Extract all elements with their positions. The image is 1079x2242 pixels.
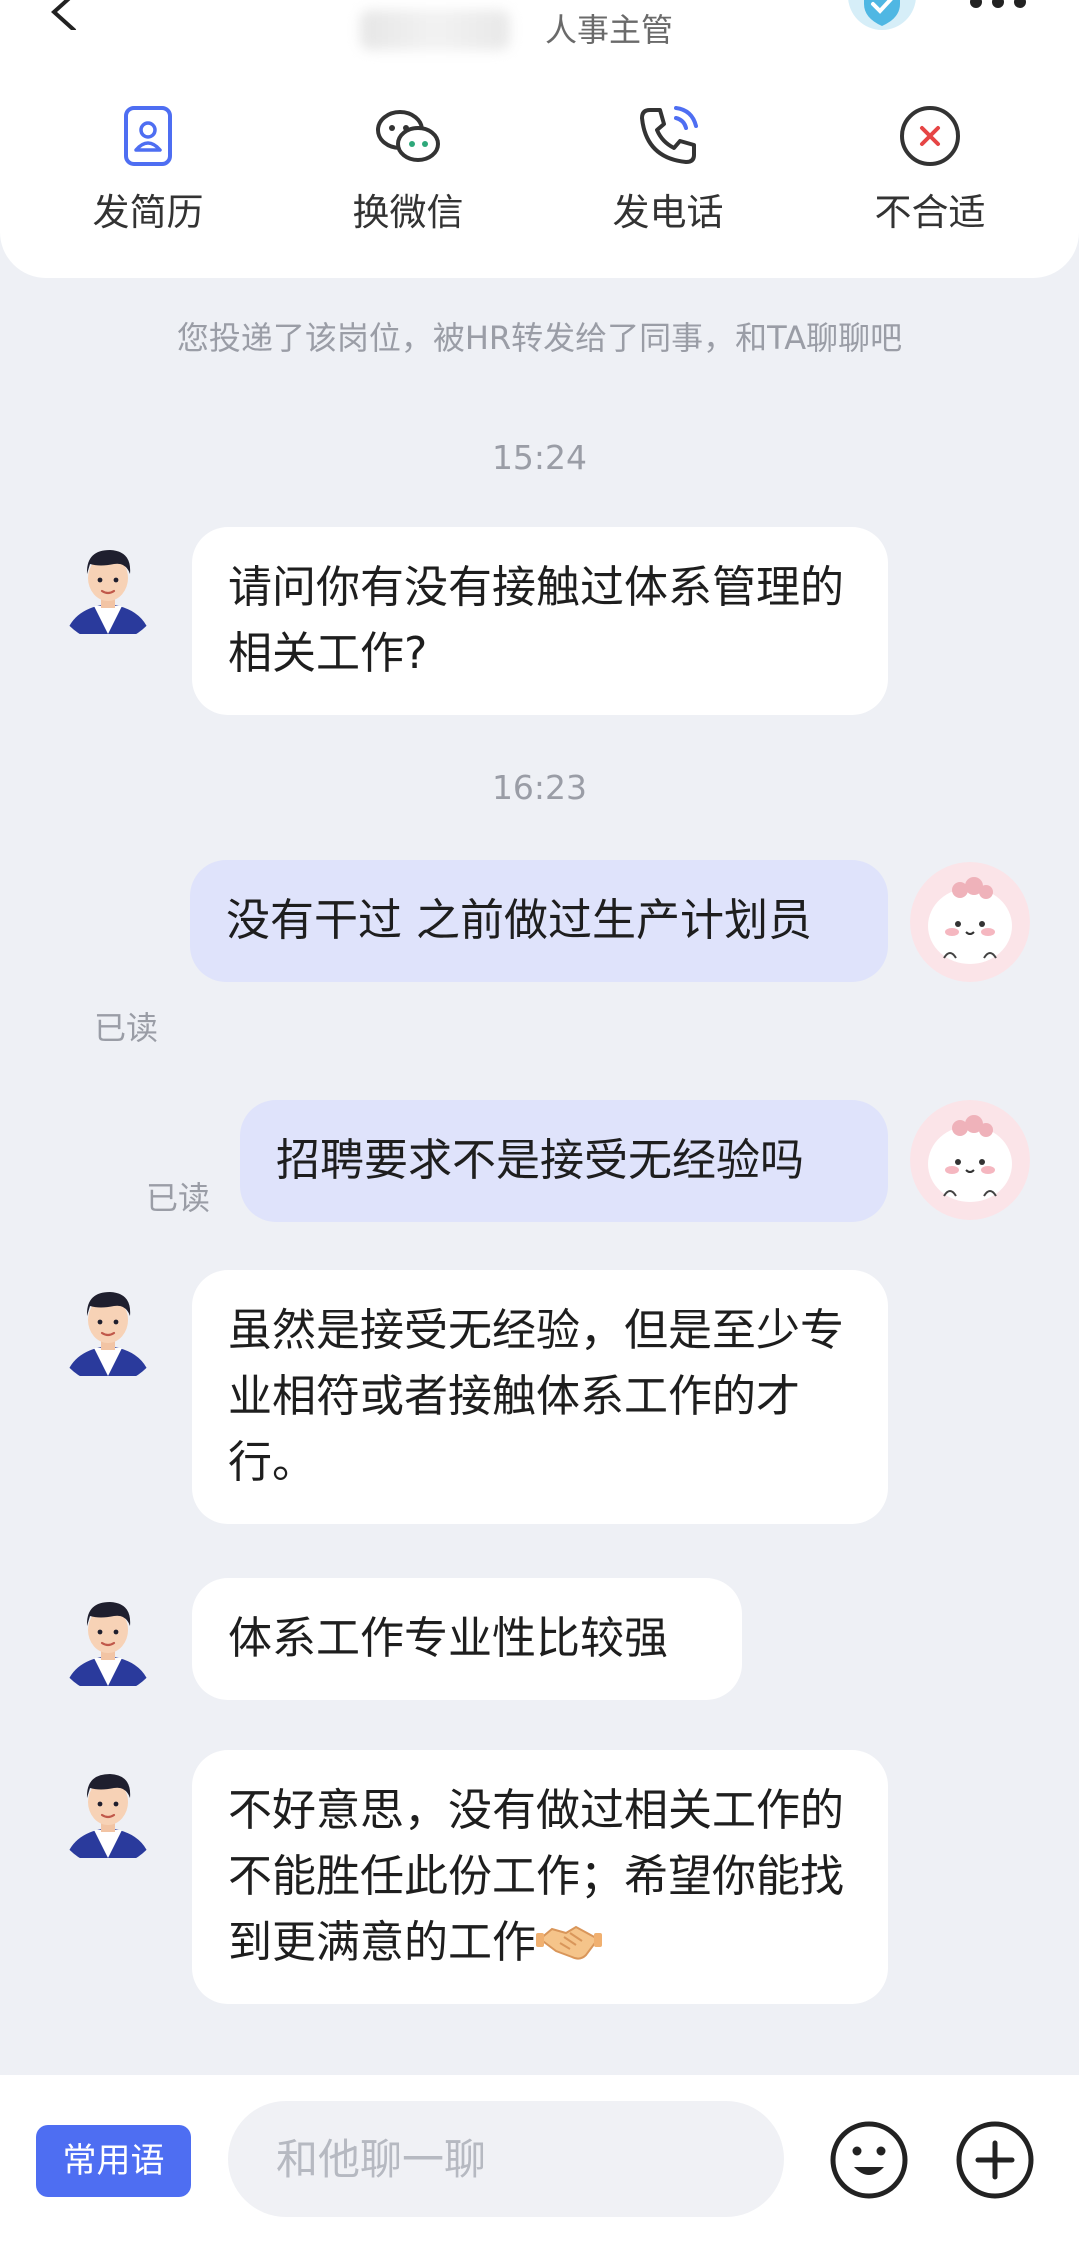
- user-avatar[interactable]: [910, 862, 1030, 982]
- phone-icon: [640, 106, 698, 164]
- send-phone-label: 发电话: [612, 191, 724, 234]
- recruiter-avatar[interactable]: [54, 1586, 162, 1694]
- user-avatar[interactable]: [910, 1100, 1030, 1220]
- system-notice: 您投递了该岗位，被HR转发给了同事，和TA聊聊吧: [176, 319, 903, 357]
- message-bubble-recruiter[interactable]: 不好意思，没有做过相关工作的不能胜任此份工作；希望你能找到更满意的工作: [192, 1750, 888, 2004]
- contact-name-redacted: [360, 10, 510, 50]
- message-bubble-recruiter[interactable]: 体系工作专业性比较强: [192, 1578, 742, 1700]
- not-suitable-button[interactable]: 不合适: [830, 100, 1030, 250]
- timestamp: 15:24: [491, 438, 588, 477]
- emoji-icon[interactable]: [828, 2119, 910, 2201]
- chat-header: 人事主管 发简历 换微信 发电话 不合适: [0, 0, 1079, 278]
- recruiter-avatar[interactable]: [54, 1276, 162, 1384]
- plus-icon[interactable]: [954, 2119, 1036, 2201]
- recruiter-avatar[interactable]: [54, 1758, 162, 1866]
- not-suitable-label: 不合适: [874, 191, 986, 234]
- wechat-icon: [376, 110, 440, 162]
- message-composer: 常用语: [0, 2075, 1079, 2242]
- quick-actions: 发简历 换微信 发电话 不合适: [0, 100, 1079, 250]
- resume-icon: [124, 106, 172, 166]
- reject-icon: [900, 106, 960, 166]
- read-status: 已读: [146, 1179, 211, 1217]
- common-phrases-button[interactable]: 常用语: [36, 2125, 191, 2197]
- message-input[interactable]: [228, 2101, 784, 2217]
- message-bubble-me[interactable]: 没有干过 之前做过生产计划员: [190, 860, 888, 982]
- message-bubble-recruiter[interactable]: 虽然是接受无经验，但是至少专业相符或者接触体系工作的才行。: [192, 1270, 888, 1524]
- send-resume-button[interactable]: 发简历: [48, 100, 248, 250]
- send-resume-label: 发简历: [92, 191, 204, 234]
- message-bubble-me[interactable]: 招聘要求不是接受无经验吗: [240, 1100, 888, 1222]
- timestamp: 16:23: [491, 768, 588, 807]
- exchange-wechat-button[interactable]: 换微信: [308, 100, 508, 250]
- verified-shield-icon[interactable]: [846, 0, 918, 32]
- more-options-icon[interactable]: [968, 0, 1028, 10]
- handshake-icon: [536, 1925, 602, 1960]
- read-status: 已读: [94, 1009, 159, 1047]
- contact-title: 人事主管: [545, 11, 674, 49]
- recruiter-avatar[interactable]: [54, 534, 162, 642]
- exchange-wechat-label: 换微信: [352, 191, 464, 234]
- back-arrow-icon[interactable]: [44, 0, 84, 30]
- send-phone-button[interactable]: 发电话: [568, 100, 768, 250]
- message-bubble-recruiter[interactable]: 请问你有没有接触过体系管理的相关工作?: [192, 527, 888, 715]
